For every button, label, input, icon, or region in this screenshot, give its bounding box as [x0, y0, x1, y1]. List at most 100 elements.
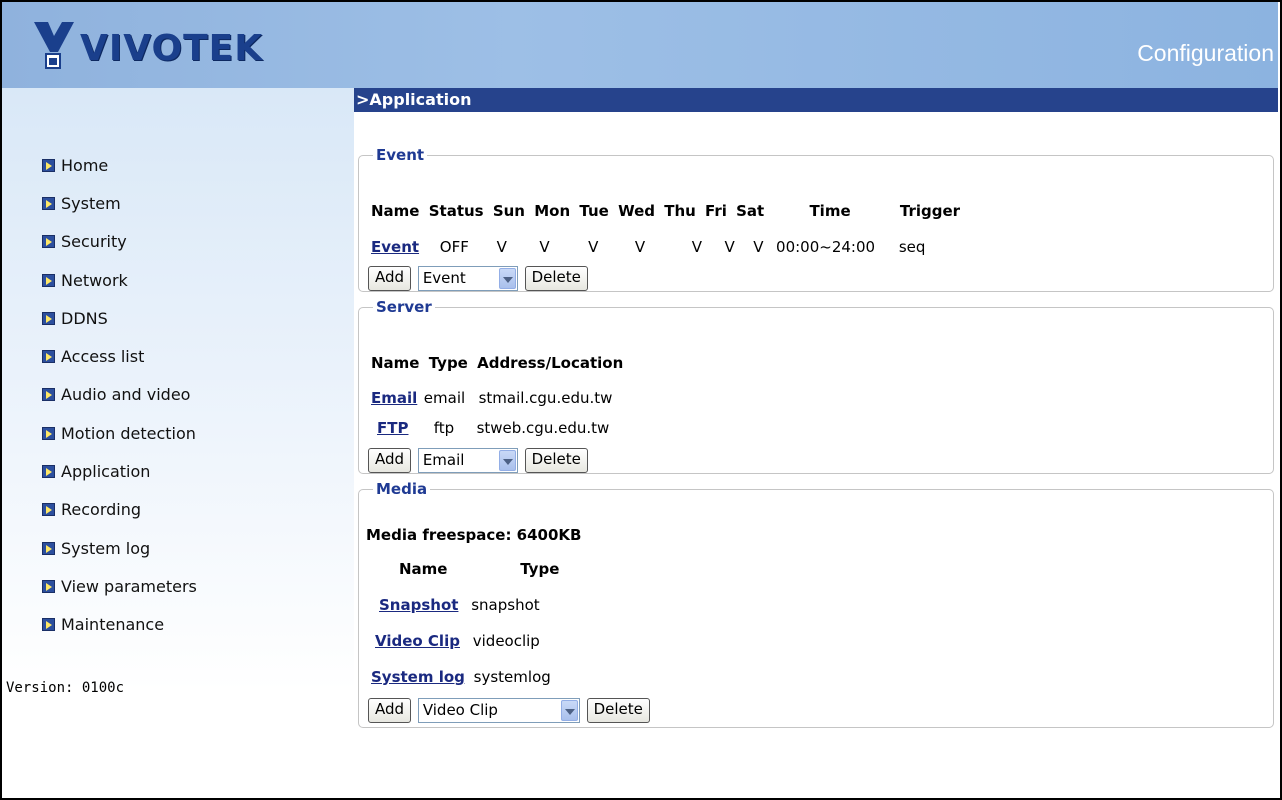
vivotek-logo: VIVOTEK [30, 18, 264, 72]
sidebar-item-label: Motion detection [61, 423, 196, 443]
sidebar-item-label: Network [61, 270, 128, 290]
media-type: systemlog [473, 668, 551, 686]
arrow-right-icon [42, 235, 55, 249]
event-day-mon: V [539, 238, 550, 256]
event-time: 00:00~24:00 [776, 238, 876, 256]
server-header-row: Name Type Address/Location [371, 354, 623, 372]
event-controls: Add Event Delete [368, 266, 588, 291]
event-name-link[interactable]: Event [371, 238, 435, 256]
sidebar-item-label: View parameters [61, 576, 197, 596]
table-row: FTP ftp stweb.cgu.edu.tw [371, 419, 609, 437]
sidebar-item-audio-and-video[interactable]: Audio and video [42, 376, 197, 414]
vivotek-mark-icon [34, 22, 74, 69]
event-day-fri: V [724, 238, 735, 256]
server-select[interactable]: Email [417, 448, 518, 473]
add-event-button[interactable]: Add [368, 266, 412, 291]
arrow-right-icon [42, 541, 55, 555]
delete-server-button[interactable]: Delete [524, 448, 588, 473]
media-group: Media Media freespace: 6400KB Name Type … [358, 480, 1274, 728]
server-name-link[interactable]: Email [371, 389, 419, 407]
sidebar-nav: Home System Security Network DDNS Access… [42, 146, 197, 644]
chevron-down-icon [498, 450, 516, 471]
server-select-value: Email [422, 451, 465, 469]
event-day-thu: V [691, 238, 702, 256]
media-name-link[interactable]: Video Clip [375, 632, 460, 650]
event-day-sat: V [753, 238, 764, 256]
event-select[interactable]: Event [417, 266, 518, 291]
event-day-tue: V [588, 238, 599, 256]
media-name-link[interactable]: Snapshot [379, 596, 458, 614]
sidebar-item-system-log[interactable]: System log [42, 529, 197, 567]
column-header: Wed [618, 202, 655, 220]
delete-media-button[interactable]: Delete [586, 698, 650, 723]
server-type: ftp [433, 419, 455, 437]
sidebar: Home System Security Network DDNS Access… [2, 88, 354, 798]
event-day-wed: V [634, 238, 646, 256]
sidebar-item-label: Access list [61, 347, 145, 367]
sidebar-item-label: Maintenance [61, 615, 165, 635]
sidebar-item-recording[interactable]: Recording [42, 491, 197, 529]
media-select-value: Video Clip [422, 701, 498, 719]
server-address: stmail.cgu.edu.tw [478, 389, 613, 407]
arrow-right-icon [42, 465, 55, 479]
add-media-button[interactable]: Add [368, 698, 412, 723]
sidebar-item-ddns[interactable]: DDNS [42, 299, 197, 337]
server-address: stweb.cgu.edu.tw [476, 419, 610, 437]
delete-event-button[interactable]: Delete [524, 266, 588, 291]
event-header-row: Name Status Sun Mon Tue Wed Thu Fri Sat … [371, 202, 960, 220]
column-header: Name [371, 202, 420, 220]
sidebar-item-label: System log [61, 538, 151, 558]
column-header: Type [428, 354, 468, 372]
arrow-right-icon [42, 273, 55, 287]
column-header: Type [520, 560, 560, 578]
sidebar-item-security[interactable]: Security [42, 223, 197, 261]
sidebar-item-label: System [61, 193, 121, 213]
page-heading: Configuration [1137, 40, 1274, 66]
arrow-right-icon [42, 350, 55, 364]
sidebar-item-label: Home [61, 155, 109, 175]
column-header: Status [428, 202, 484, 220]
sidebar-item-label: Application [61, 462, 151, 482]
sidebar-item-motion-detection[interactable]: Motion detection [42, 414, 197, 452]
sidebar-item-view-parameters[interactable]: View parameters [42, 567, 197, 605]
table-row: Event OFF V V V V V V V 00:00~24:00 seq [371, 238, 925, 256]
sidebar-item-access-list[interactable]: Access list [42, 337, 197, 375]
media-type: snapshot [471, 596, 540, 614]
server-name-link[interactable]: FTP [371, 419, 419, 437]
media-select[interactable]: Video Clip [417, 698, 580, 723]
event-status: OFF [439, 238, 469, 256]
sidebar-item-label: Recording [61, 500, 142, 520]
column-header: Mon [534, 202, 571, 220]
event-trigger: seq [898, 238, 926, 256]
sidebar-item-maintenance[interactable]: Maintenance [42, 606, 197, 644]
media-name-link[interactable]: System log [371, 668, 465, 686]
sidebar-item-label: DDNS [61, 308, 108, 328]
table-row: System log systemlog [371, 668, 551, 686]
arrow-right-icon [42, 311, 55, 325]
event-group: Event Name Status Sun Mon Tue Wed Thu Fr… [358, 146, 1274, 292]
column-header: Name [399, 560, 448, 578]
server-controls: Add Email Delete [368, 448, 588, 473]
arrow-right-icon [42, 503, 55, 517]
arrow-right-icon [42, 388, 55, 402]
sidebar-item-network[interactable]: Network [42, 261, 197, 299]
logo-text: VIVOTEK [80, 28, 264, 69]
table-row: Email email stmail.cgu.edu.tw [371, 389, 612, 407]
server-type: email [423, 389, 466, 407]
column-header: Sat [736, 202, 765, 220]
arrow-right-icon [42, 426, 55, 440]
server-group: Server Name Type Address/Location Email … [358, 298, 1274, 474]
sidebar-item-system[interactable]: System [42, 184, 197, 222]
event-select-value: Event [422, 269, 466, 287]
media-header-row: Name Type [399, 560, 559, 578]
sidebar-item-label: Security [61, 232, 127, 252]
column-header: Thu [664, 202, 696, 220]
arrow-right-icon [42, 158, 55, 172]
sidebar-item-application[interactable]: Application [42, 452, 197, 490]
chevron-down-icon [560, 700, 578, 721]
add-server-button[interactable]: Add [368, 448, 412, 473]
event-day-sun: V [496, 238, 507, 256]
column-header: Address/Location [477, 354, 624, 372]
sidebar-item-home[interactable]: Home [42, 146, 197, 184]
arrow-right-icon [42, 579, 55, 593]
